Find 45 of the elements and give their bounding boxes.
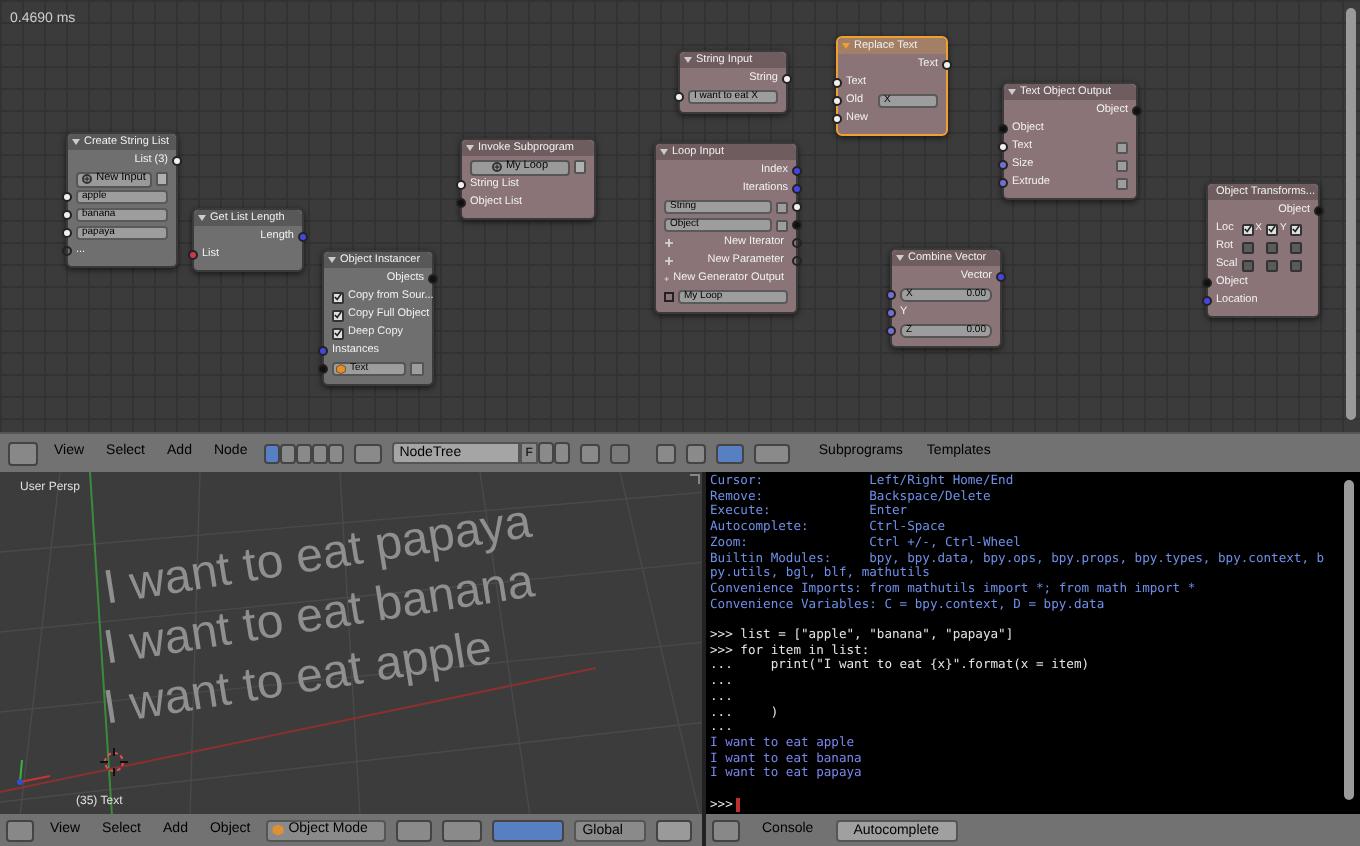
- collapse-icon[interactable]: [198, 214, 206, 222]
- checkbox[interactable]: [1289, 259, 1302, 271]
- socket-icon[interactable]: [782, 74, 792, 84]
- collapse-icon[interactable]: [328, 256, 336, 264]
- socket-icon[interactable]: [792, 202, 802, 212]
- checkbox[interactable]: [1265, 259, 1278, 271]
- cursor-3d-icon[interactable]: [100, 748, 128, 776]
- checkbox[interactable]: [1241, 241, 1254, 253]
- socket-icon[interactable]: [832, 96, 842, 106]
- checkbox[interactable]: [1265, 223, 1278, 235]
- socket-icon[interactable]: [62, 192, 72, 202]
- plus-icon: [82, 174, 93, 184]
- collapse-icon[interactable]: [72, 138, 80, 146]
- socket-icon[interactable]: [832, 114, 842, 124]
- cube-icon: [336, 364, 346, 374]
- socket-icon[interactable]: [456, 180, 466, 190]
- checkbox[interactable]: [1290, 223, 1303, 235]
- socket-icon[interactable]: [942, 60, 952, 70]
- socket-icon[interactable]: [62, 228, 72, 238]
- collapse-icon[interactable]: [896, 254, 904, 262]
- checkbox[interactable]: [1241, 259, 1254, 271]
- socket-icon[interactable]: [674, 92, 684, 102]
- socket-icon[interactable]: [832, 78, 842, 88]
- scrollbar[interactable]: [1344, 480, 1354, 800]
- checkbox[interactable]: [1289, 241, 1302, 253]
- socket-icon[interactable]: [998, 142, 1008, 152]
- checkbox[interactable]: [332, 327, 344, 339]
- checkbox[interactable]: [1241, 223, 1254, 235]
- axes-icon: [14, 756, 54, 788]
- plus-icon[interactable]: [664, 256, 674, 266]
- collapse-icon[interactable]: [684, 56, 692, 64]
- cube-icon: [272, 824, 285, 836]
- socket-icon[interactable]: [172, 156, 182, 166]
- plus-icon[interactable]: [664, 238, 674, 248]
- collapse-icon[interactable]: [660, 148, 668, 156]
- area-corner-icon[interactable]: [690, 474, 700, 484]
- plus-icon: [491, 162, 502, 172]
- collapse-icon[interactable]: [466, 144, 474, 152]
- scrollbar[interactable]: [1346, 8, 1356, 420]
- checkbox[interactable]: [332, 291, 344, 303]
- checkbox[interactable]: [332, 309, 344, 321]
- collapse-icon[interactable]: [1008, 88, 1016, 96]
- checkbox[interactable]: [1265, 241, 1278, 253]
- socket-icon[interactable]: [62, 210, 72, 220]
- text-cursor-icon: [736, 798, 740, 813]
